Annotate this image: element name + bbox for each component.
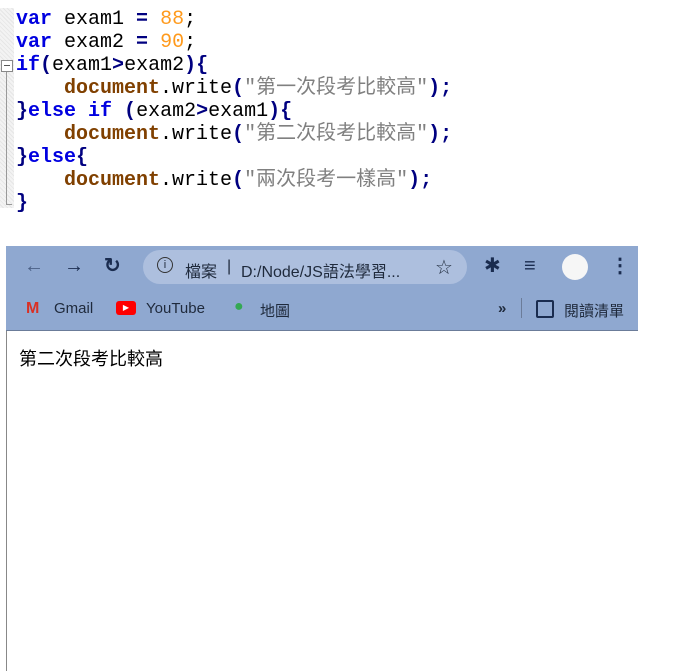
reading-list-button[interactable]: 閱讀清單 (564, 300, 624, 321)
code-line: if(exam1>exam2){ (16, 54, 452, 77)
code-token: = (136, 8, 149, 31)
youtube-icon: ▶ (116, 301, 136, 315)
code-token: 90 (160, 31, 185, 54)
code-token: exam1 (52, 8, 137, 31)
code-token: > (196, 100, 209, 123)
code-token: exam2 (136, 100, 197, 123)
code-token: ( (232, 169, 245, 192)
scheme-label: 檔案 (185, 264, 218, 281)
code-token: > (112, 54, 125, 77)
code-editor[interactable]: var exam1 = 88; var exam2 = 90; if(exam1>e… (0, 8, 490, 218)
code-token: if (16, 54, 41, 77)
back-icon[interactable]: ← (24, 256, 44, 276)
code-token: else if (28, 100, 113, 123)
avatar[interactable] (562, 254, 588, 280)
browser-window: ← → ↻ i 檔案 | D:/Node/JS語法學習... ☆ ✱ ≡ ⋮ M… (6, 246, 639, 671)
editor-gutter (0, 8, 14, 208)
code-token: { (76, 146, 89, 169)
code-token: "第二次段考比較高" (244, 123, 429, 146)
media-icon[interactable]: ≡ (524, 256, 536, 276)
bookmark-maps[interactable]: 地圖 (260, 300, 290, 321)
code-token: exam2 (52, 31, 137, 54)
url-text: D:/Node/JS語法學習... (241, 264, 401, 281)
code-token: ); (428, 77, 453, 100)
code-line: }else{ (16, 146, 452, 169)
code-token: } (16, 100, 29, 123)
code-token: ){ (184, 54, 209, 77)
fold-line (6, 72, 7, 204)
code-token: ; (184, 31, 197, 54)
code-token: ( (232, 123, 245, 146)
code-text: var exam1 = 88; var exam2 = 90; if(exam1>e… (16, 8, 452, 215)
code-token: ); (428, 123, 453, 146)
code-line: }else if (exam2>exam1){ (16, 100, 452, 123)
code-token: var (16, 8, 53, 31)
code-token: document (64, 77, 161, 100)
code-line: document.write("兩次段考一樣高"); (16, 169, 452, 192)
code-token: exam2 (124, 54, 185, 77)
code-line: document.write("第二次段考比較高"); (16, 123, 452, 146)
code-token: = (136, 31, 149, 54)
code-token: document (64, 123, 161, 146)
code-token: "第一次段考比較高" (244, 77, 429, 100)
code-token: "兩次段考一樣高" (244, 169, 409, 192)
reload-icon[interactable]: ↻ (104, 256, 121, 276)
code-token: 88 (160, 8, 185, 31)
gmail-icon: M (26, 300, 40, 317)
code-line: document.write("第一次段考比較高"); (16, 77, 452, 100)
code-token: else (28, 146, 77, 169)
code-token: exam1 (208, 100, 269, 123)
code-token: .write (160, 77, 233, 100)
code-token: ){ (268, 100, 293, 123)
address-bar[interactable]: i 檔案 | D:/Node/JS語法學習... ☆ (143, 250, 467, 284)
output-text: 第二次段考比較高 (19, 349, 163, 369)
code-token: document (64, 169, 161, 192)
code-token: var (16, 31, 53, 54)
forward-icon[interactable]: → (64, 256, 84, 276)
code-token: ( (232, 77, 245, 100)
code-token: ; (184, 8, 197, 31)
divider (521, 298, 522, 318)
reading-list-icon (536, 300, 554, 318)
browser-toolbar: ← → ↻ i 檔案 | D:/Node/JS語法學習... ☆ ✱ ≡ ⋮ (6, 246, 638, 286)
extensions-icon[interactable]: ✱ (484, 256, 501, 276)
code-token: ( (40, 54, 53, 77)
separator: | (227, 258, 232, 275)
maps-icon: ● (234, 298, 244, 315)
bookmarks-bar: M Gmail ▶ YouTube ● 地圖 » 閱讀清單 (6, 286, 638, 331)
info-icon[interactable]: i (157, 257, 173, 273)
code-line: var exam1 = 88; (16, 8, 452, 31)
code-token: } (16, 146, 29, 169)
bookmark-gmail[interactable]: Gmail (54, 300, 93, 317)
code-line: } (16, 192, 452, 215)
menu-icon[interactable]: ⋮ (610, 256, 630, 276)
code-token: .write (160, 169, 233, 192)
code-token: ( (124, 100, 137, 123)
more-bookmarks-button[interactable]: » (498, 300, 506, 317)
star-icon[interactable]: ☆ (435, 255, 453, 280)
page-content: 第二次段考比較高 (6, 331, 639, 671)
fold-end (6, 204, 12, 205)
code-token: } (16, 192, 29, 215)
code-token: exam1 (52, 54, 113, 77)
fold-toggle-icon[interactable] (1, 60, 13, 72)
code-line: var exam2 = 90; (16, 31, 452, 54)
code-token: .write (160, 123, 233, 146)
bookmark-youtube[interactable]: YouTube (146, 300, 205, 317)
code-token: ); (408, 169, 433, 192)
